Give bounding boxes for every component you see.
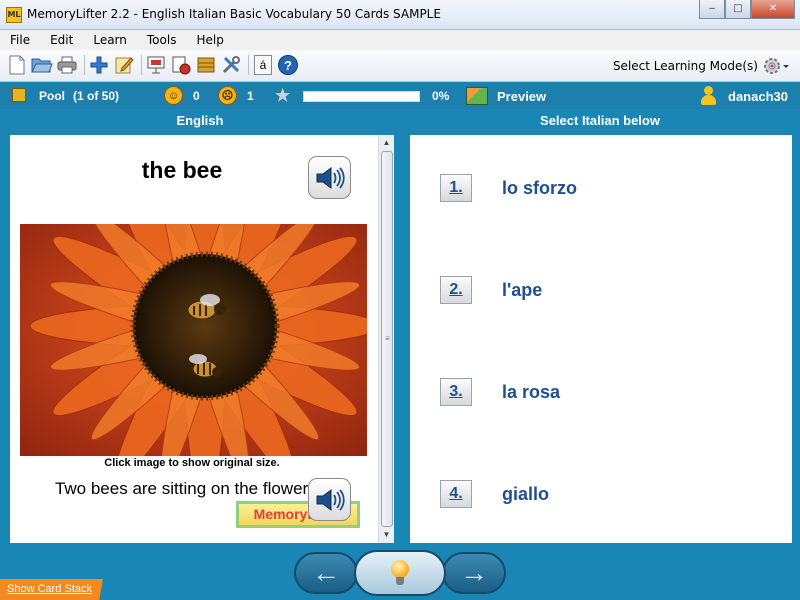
answers-panel: 1. lo sforzo 2. l'ape 3. la rosa 4. gial…: [410, 135, 792, 543]
previous-card-button[interactable]: ←: [294, 552, 358, 594]
forward-arrow-icon: →: [460, 557, 488, 588]
preview-link[interactable]: Preview: [497, 89, 546, 104]
card-navigation: ← →: [294, 550, 506, 596]
pool-label: Pool: [39, 89, 65, 103]
learning-mode-label[interactable]: Select Learning Mode(s): [613, 59, 758, 73]
app-logo-icon: ML: [6, 7, 22, 23]
question-panel: the bee Click image to show original siz…: [10, 135, 394, 543]
maximize-button[interactable]: □: [725, 0, 751, 19]
help-icon: ?: [278, 55, 298, 75]
menu-learn[interactable]: Learn: [93, 33, 127, 47]
answer-number-button[interactable]: 4.: [440, 480, 472, 508]
scroll-up-arrow-icon[interactable]: ▲: [381, 137, 392, 149]
back-arrow-icon: ←: [312, 557, 340, 588]
answer-option-1[interactable]: 1. lo sforzo: [440, 172, 577, 204]
open-folder-icon[interactable]: [31, 54, 53, 76]
menu-edit[interactable]: Edit: [50, 33, 73, 47]
answer-language-header: Select Italian below: [540, 113, 660, 128]
pool-box-icon: [12, 88, 26, 102]
answer-option-4[interactable]: 4. giallo: [440, 478, 549, 510]
sunflower-bee-photo: [20, 224, 367, 456]
answer-text[interactable]: la rosa: [502, 382, 560, 403]
username: danach30: [728, 89, 788, 104]
show-card-stack-link[interactable]: Show Card Stack: [7, 583, 92, 595]
scroll-thumb[interactable]: ≡: [381, 151, 393, 527]
speaker-icon: [316, 488, 345, 511]
window-controls: ‒ □ ✕: [699, 0, 795, 20]
menu-file[interactable]: File: [10, 33, 30, 47]
answer-number-button[interactable]: 2.: [440, 276, 472, 304]
answer-number-button[interactable]: 1.: [440, 174, 472, 202]
card-stack-tab: Show Card Stack: [0, 579, 125, 600]
special-char-icon[interactable]: á: [252, 54, 274, 76]
title-bar: ML MemoryLifter 2.2 - English Italian Ba…: [0, 0, 800, 30]
unknown-count: 1: [247, 89, 254, 103]
answer-option-2[interactable]: 2. l'ape: [440, 274, 542, 306]
pool-count: (1 of 50): [73, 89, 120, 103]
menu-bar: File Edit Learn Tools Help: [0, 30, 800, 50]
progress-bar: [303, 91, 420, 102]
toolbar: á ? Select Learning Mode(s): [0, 50, 800, 82]
happy-smiley-icon: ☺: [164, 86, 183, 105]
speaker-icon: [316, 166, 345, 189]
question-language-header: English: [176, 113, 224, 128]
known-count: 0: [193, 89, 200, 103]
next-card-button[interactable]: →: [442, 552, 506, 594]
edit-icon[interactable]: [113, 54, 135, 76]
box-icon[interactable]: [195, 54, 217, 76]
presentation-icon[interactable]: [145, 54, 167, 76]
hint-button[interactable]: [354, 550, 446, 596]
preview-book-icon[interactable]: [466, 87, 488, 105]
minimize-button[interactable]: ‒: [699, 0, 725, 19]
play-example-audio-button[interactable]: [308, 478, 351, 521]
close-button[interactable]: ✕: [751, 0, 795, 19]
toolbar-separator: [84, 55, 85, 75]
answer-text[interactable]: lo sforzo: [502, 178, 577, 199]
learning-status-bar: Pool (1 of 50) ☺ 0 ☹ 1 ★ 0% Preview dana…: [0, 83, 800, 109]
scroll-down-arrow-icon[interactable]: ▼: [381, 529, 392, 541]
menu-help[interactable]: Help: [196, 33, 223, 47]
question-scrollbar[interactable]: ▲ ≡ ▼: [378, 135, 394, 543]
example-sentence: Two bees are sitting on the flower.: [54, 479, 312, 498]
learning-mode-gear-icon[interactable]: [762, 55, 790, 77]
question-word: the bee: [141, 157, 223, 183]
user-icon: [700, 86, 716, 105]
star-icon: ★: [275, 86, 291, 105]
menu-tools[interactable]: Tools: [147, 33, 177, 47]
answer-number-button[interactable]: 3.: [440, 378, 472, 406]
window-title: MemoryLifter 2.2 - English Italian Basic…: [27, 7, 441, 21]
toolbar-separator: [141, 55, 142, 75]
help-icon-button[interactable]: ?: [277, 54, 299, 76]
play-word-audio-button[interactable]: [308, 156, 351, 199]
settings-tools-icon[interactable]: [220, 54, 242, 76]
new-file-icon[interactable]: [6, 54, 28, 76]
add-card-icon[interactable]: [88, 54, 110, 76]
answer-option-3[interactable]: 3. la rosa: [440, 376, 560, 408]
question-image[interactable]: [20, 224, 367, 456]
sad-smiley-icon: ☹: [218, 86, 237, 105]
image-caption: Click image to show original size.: [104, 457, 280, 469]
answer-text[interactable]: l'ape: [502, 280, 542, 301]
print-icon[interactable]: [56, 54, 78, 76]
answer-text[interactable]: giallo: [502, 484, 549, 505]
lightbulb-icon: [391, 560, 409, 586]
toolbar-separator: [248, 55, 249, 75]
print-cards-icon[interactable]: [170, 54, 192, 76]
progress-percent: 0%: [432, 89, 450, 103]
